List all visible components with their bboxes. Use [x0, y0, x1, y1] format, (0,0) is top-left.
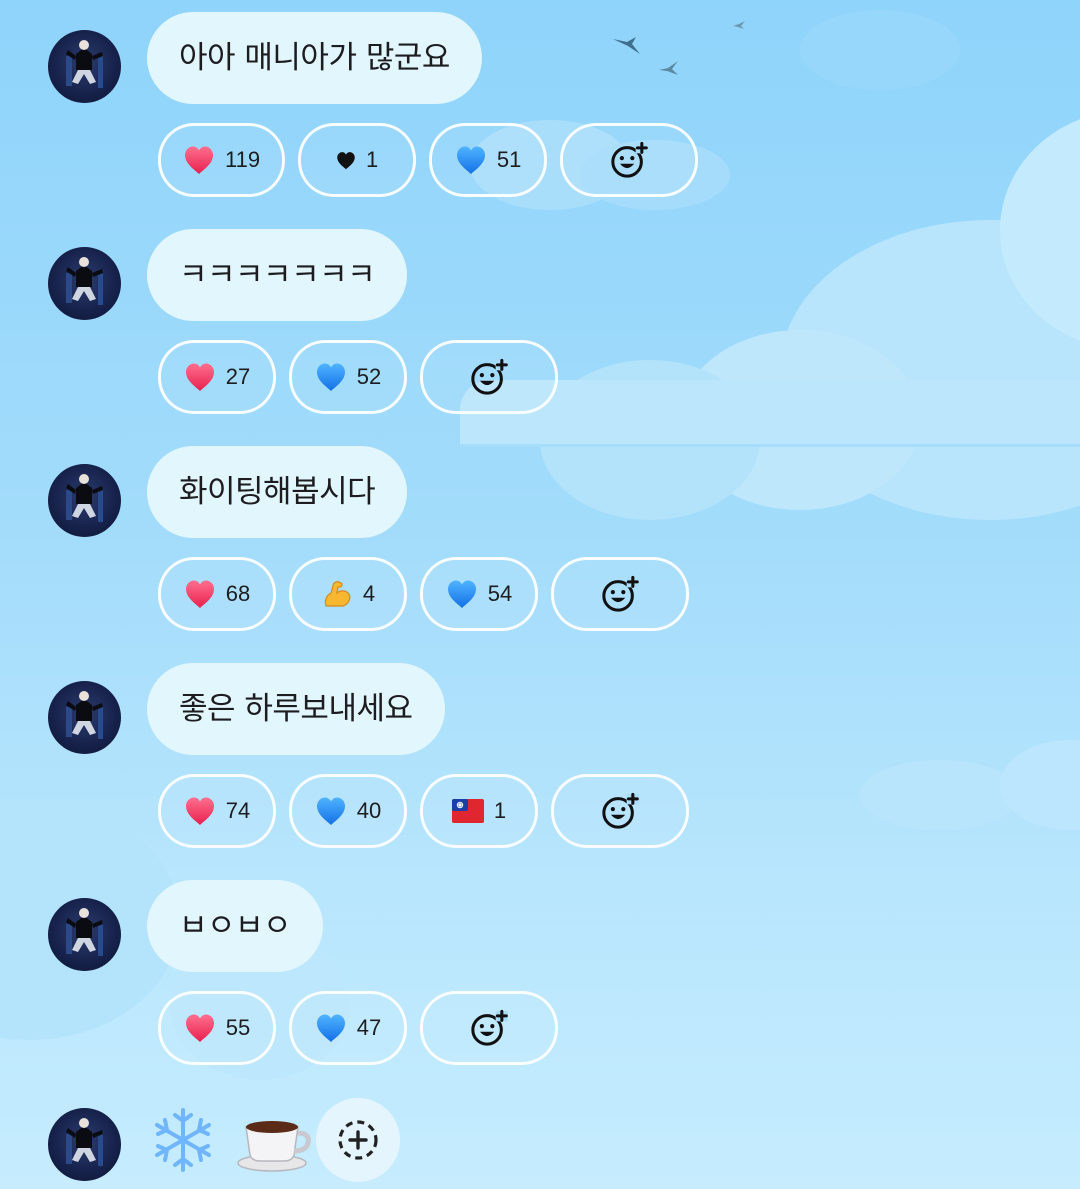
add-emoji-icon: [610, 141, 648, 179]
reaction-count: 1: [493, 798, 507, 823]
reaction-count: 40: [356, 798, 382, 823]
reaction-chip-red-heart[interactable]: 55: [158, 991, 276, 1065]
reaction-count: 54: [487, 581, 513, 606]
bird-icon: [659, 61, 678, 75]
reaction-count: 68: [225, 581, 251, 606]
dashed-add-icon: [336, 1118, 380, 1162]
blue-heart-icon: [315, 796, 347, 826]
reaction-bar: 68 4 54: [158, 557, 689, 631]
add-emoji-icon: [601, 792, 639, 830]
avatar-image: [66, 1118, 103, 1166]
reaction-chip-red-heart[interactable]: 27: [158, 340, 276, 414]
message-bubble[interactable]: 화이팅해봅시다: [147, 446, 408, 538]
blue-heart-icon: [455, 145, 487, 175]
reaction-chip-red-heart[interactable]: 74: [158, 774, 276, 848]
avatar[interactable]: [48, 1108, 121, 1181]
add-reaction-button[interactable]: [551, 557, 689, 631]
message-bubble[interactable]: 좋은 하루보내세요: [147, 663, 445, 755]
message-bubble[interactable]: ㅂㅇㅂㅇ: [147, 880, 324, 972]
reaction-bar: 119 1 51: [158, 123, 699, 197]
reaction-chip-taiwan-flag[interactable]: 1: [420, 774, 538, 848]
avatar-image: [66, 257, 103, 305]
red-heart-icon: [184, 362, 216, 392]
red-heart-icon: [184, 796, 216, 826]
reaction-chip-flexed-biceps[interactable]: 4: [289, 557, 407, 631]
reaction-chip-red-heart[interactable]: 68: [158, 557, 276, 631]
bird-icon: [613, 37, 640, 54]
avatar-image: [66, 908, 103, 956]
reaction-count: 74: [225, 798, 251, 823]
reaction-chip-blue-heart[interactable]: 52: [289, 340, 407, 414]
blue-heart-icon: [315, 362, 347, 392]
add-reaction-button[interactable]: [420, 991, 558, 1065]
avatar-image: [66, 40, 103, 88]
bird-icon: [733, 21, 745, 29]
reaction-bar: 55 47: [158, 991, 558, 1065]
reaction-count: 1: [365, 147, 379, 172]
avatar[interactable]: [48, 681, 121, 754]
reaction-chip-blue-heart[interactable]: 51: [429, 123, 548, 197]
avatar[interactable]: [48, 464, 121, 537]
reaction-bar: 74 40 1: [158, 774, 689, 848]
avatar-image: [66, 474, 103, 522]
reaction-count: 27: [225, 364, 251, 389]
add-reaction-button[interactable]: [316, 1098, 400, 1182]
reaction-count: 51: [496, 147, 522, 172]
add-emoji-icon: [470, 1009, 508, 1047]
add-emoji-icon: [601, 575, 639, 613]
snowflake-icon: [150, 1107, 216, 1173]
reaction-count: 52: [356, 364, 382, 389]
reaction-count: 119: [225, 147, 261, 172]
message-bubble[interactable]: 아아 매니아가 많군요: [147, 12, 482, 104]
reaction-chip-blue-heart[interactable]: 54: [420, 557, 538, 631]
cloud: [1000, 740, 1080, 830]
blue-heart-icon: [315, 1013, 347, 1043]
flexed-biceps-icon: [321, 578, 353, 610]
add-reaction-button[interactable]: [560, 123, 699, 197]
blue-heart-icon: [446, 579, 478, 609]
add-emoji-icon: [470, 358, 508, 396]
cloud-edge: [460, 444, 1080, 447]
black-heart-icon: [336, 151, 356, 170]
add-reaction-button[interactable]: [420, 340, 558, 414]
reaction-count: 47: [356, 1015, 382, 1040]
reaction-bar: 27 52: [158, 340, 558, 414]
taiwan-flag-icon: [451, 799, 484, 823]
red-heart-icon: [184, 579, 216, 609]
add-reaction-button[interactable]: [551, 774, 689, 848]
message-bubble[interactable]: ㅋㅋㅋㅋㅋㅋㅋ: [147, 229, 408, 321]
red-heart-icon: [183, 145, 215, 175]
emoji-message[interactable]: ❄️ ☕: [150, 1100, 312, 1173]
reaction-chip-black-heart[interactable]: 1: [298, 123, 417, 197]
reaction-chip-red-heart[interactable]: 119: [158, 123, 286, 197]
reaction-count: 55: [225, 1015, 251, 1040]
avatar-image: [66, 691, 103, 739]
reaction-chip-blue-heart[interactable]: 47: [289, 991, 407, 1065]
reaction-chip-blue-heart[interactable]: 40: [289, 774, 407, 848]
avatar[interactable]: [48, 898, 121, 971]
avatar[interactable]: [48, 30, 121, 103]
cloud: [860, 760, 1020, 830]
reaction-count: 4: [362, 581, 376, 606]
cloud: [800, 10, 960, 90]
red-heart-icon: [184, 1013, 216, 1043]
avatar[interactable]: [48, 247, 121, 320]
